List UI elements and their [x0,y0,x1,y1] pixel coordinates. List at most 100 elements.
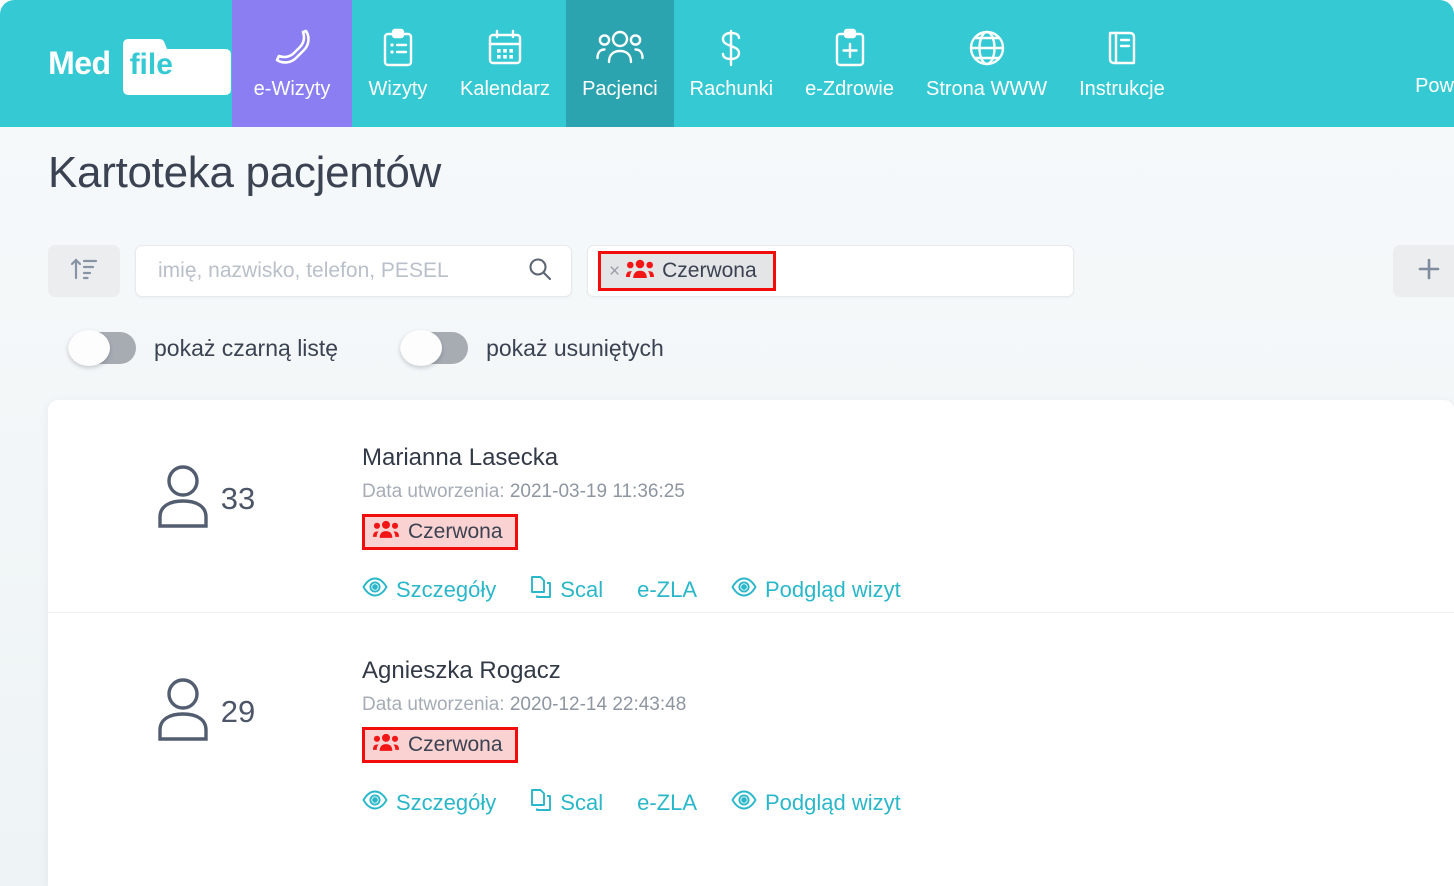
add-patient-button[interactable] [1393,245,1454,297]
tag-chip-label: Czerwona [662,259,757,282]
nav-item-e-wizyty[interactable]: e-Wizyty [232,0,352,127]
patient-created: Data utworzenia: 2021-03-19 11:36:25 [362,481,1454,503]
brand-logo[interactable]: Med file [0,0,232,127]
nav-item-e-zdrowie[interactable]: e-Zdrowie [789,0,910,127]
action-scal[interactable]: Scal [530,575,603,605]
page-title: Kartoteka pacjentów [48,148,441,197]
clipboard-list-icon [381,27,415,69]
calendar-icon [486,27,524,69]
table-row[interactable]: 33 Marianna Lasecka Data utworzenia: 202… [48,400,1454,613]
remove-tag-icon[interactable]: × [609,262,620,281]
search-input[interactable] [158,259,527,283]
action-label: Podgląd wizyt [765,577,901,602]
created-label: Data utworzenia: [362,481,505,502]
eye-icon [362,577,388,603]
action-scal[interactable]: Scal [530,788,603,818]
group-icon [373,732,399,758]
nav-label-kalendarz: Kalendarz [460,77,551,100]
sort-button[interactable] [48,245,120,297]
avatar-cell: 29 [48,655,362,748]
toggle-deleted-switch[interactable] [400,330,469,366]
table-row[interactable]: 29 Agnieszka Rogacz Data utworzenia: 202… [48,613,1454,826]
action-label: Scal [560,577,604,602]
group-icon [626,258,655,285]
toggle-knob [68,330,110,366]
patient-name: Agnieszka Rogacz [362,657,561,684]
group-icon [373,519,399,545]
dollar-icon [716,27,746,69]
brand-name-med: Med [48,45,111,81]
search-icon[interactable] [527,256,553,287]
patient-group-label: Czerwona [408,733,503,756]
toggle-knob [400,330,443,366]
nav-item-powiadomienia[interactable]: Pow [1399,0,1454,127]
patient-group-label: Czerwona [408,520,503,543]
action-podglad-wizyt[interactable]: Podgląd wizyt [731,790,901,816]
row-actions: Szczegóły Scal e-ZLA Podgląd wizyt [362,788,1454,818]
avatar-cell: 33 [48,442,362,535]
copy-icon [530,788,552,818]
toggle-blacklist[interactable]: pokaż czarną listę [68,330,339,366]
copy-icon [530,575,552,605]
action-e-zla[interactable]: e-ZLA [637,577,697,603]
nav-item-rachunki[interactable]: Rachunki [674,0,789,127]
action-szczegoly[interactable]: Szczegóły [362,790,496,816]
action-label: Podgląd wizyt [765,790,901,815]
application-window: Med file e-Wizyty Wizyty Kalendarz Pacje… [0,0,1454,886]
users-icon [596,27,644,69]
action-label: Szczegóły [396,577,497,602]
search-box[interactable] [135,245,572,297]
filter-bar: × Czerwona [48,245,1074,297]
action-e-zla[interactable]: e-ZLA [637,790,697,816]
patient-age: 33 [220,480,256,516]
plus-icon [1416,256,1442,287]
brand-name-file: file [129,47,173,81]
nav-label-pacjenci: Pacjenci [582,77,658,100]
book-icon [1105,27,1139,69]
nav-item-wizyty[interactable]: Wizyty [352,0,444,127]
created-value: 2020-12-14 22:43:48 [509,694,687,715]
action-label: e-ZLA [637,790,697,815]
nav-label-e-wizyty: e-Wizyty [253,77,331,100]
nav-item-kalendarz[interactable]: Kalendarz [444,0,566,127]
row-actions: Szczegóły Scal e-ZLA Podgląd wizyt [362,575,1454,605]
created-value: 2021-03-19 11:36:25 [509,481,685,502]
tag-chip-czerwona[interactable]: × Czerwona [598,251,776,291]
patient-info: Agnieszka Rogacz Data utworzenia: 2020-1… [362,655,1454,818]
patient-age: 29 [220,693,256,729]
patient-group-tag[interactable]: Czerwona [362,514,518,550]
action-szczegoly[interactable]: Szczegóły [362,577,496,603]
top-navigation-bar: Med file e-Wizyty Wizyty Kalendarz Pacje… [0,0,1454,127]
eye-icon [362,790,388,816]
avatar [155,675,211,748]
eye-icon [731,577,757,603]
toggle-blacklist-switch[interactable] [68,330,136,366]
nav-item-instrukcje[interactable]: Instrukcje [1063,0,1181,127]
action-label: Szczegóły [396,790,497,815]
avatar [155,462,211,535]
sort-ascending-icon [69,255,99,288]
action-label: Scal [560,790,604,815]
nav-label-powiadomienia: Pow [1415,75,1454,97]
nav-item-strona-www[interactable]: Strona WWW [910,0,1063,127]
nav-item-pacjenci[interactable]: Pacjenci [566,0,674,127]
nav-label-e-zdrowie: e-Zdrowie [805,77,894,100]
patient-group-tag[interactable]: Czerwona [362,727,518,763]
tag-filter-field[interactable]: × Czerwona [587,245,1074,297]
nav-label-rachunki: Rachunki [689,77,774,100]
created-label: Data utworzenia: [362,694,505,715]
patient-created: Data utworzenia: 2020-12-14 22:43:48 [362,694,1454,716]
globe-icon [967,27,1007,69]
toggle-blacklist-label: pokaż czarną listę [154,334,339,361]
action-podglad-wizyt[interactable]: Podgląd wizyt [731,577,901,603]
phone-icon [273,27,311,69]
folder-icon: file [119,38,231,95]
toggle-deleted[interactable]: pokaż usuniętych [400,330,664,366]
toggle-deleted-label: pokaż usuniętych [486,334,664,361]
nav-label-strona-www: Strona WWW [925,77,1048,100]
eye-icon [731,790,757,816]
brand-logo-text: Med file [48,38,231,95]
action-label: e-ZLA [637,577,697,602]
patient-name: Marianna Lasecka [362,444,559,471]
toggle-group: pokaż czarną listę pokaż usuniętych [68,330,664,366]
